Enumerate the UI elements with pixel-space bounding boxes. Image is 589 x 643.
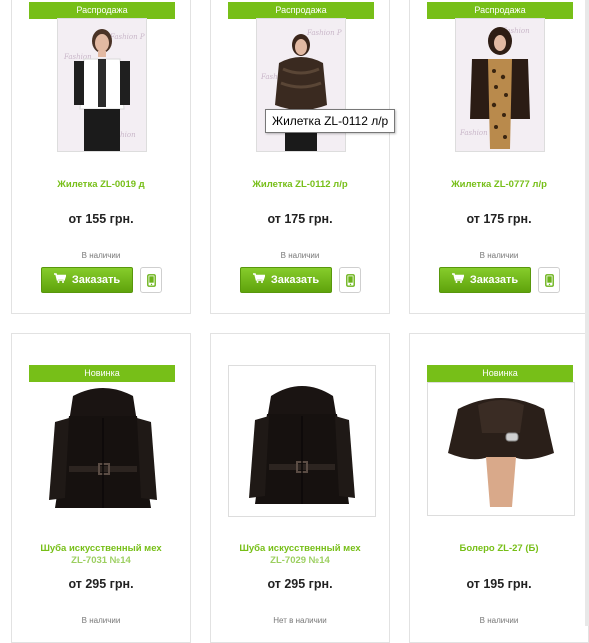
stock-status: В наличии <box>81 251 121 260</box>
order-button-label: Заказать <box>469 274 519 286</box>
product-name-link[interactable]: Жилетка ZL-0112 л/р <box>211 179 389 191</box>
product-name-link[interactable]: Жилетка ZL-0777 л/р <box>410 179 588 191</box>
product-photo[interactable]: Fashion P Fashion Fashion <box>57 18 147 152</box>
mobile-phone-icon <box>545 274 554 287</box>
product-photo[interactable] <box>228 365 376 517</box>
cart-icon <box>252 268 266 292</box>
sale-badge: Распродажа <box>228 2 374 19</box>
stock-status: В наличии <box>479 251 519 260</box>
mobile-order-button[interactable] <box>538 267 560 293</box>
order-button[interactable]: Заказать <box>240 267 332 293</box>
product-name-line1: Шуба искусственный мех <box>40 543 162 554</box>
sale-badge: Распродажа <box>427 2 573 19</box>
product-price: от 175 грн. <box>466 212 532 226</box>
stock-status: В наличии <box>81 616 121 625</box>
svg-text:Fashion P: Fashion P <box>109 33 145 41</box>
product-price: от 175 грн. <box>267 212 333 226</box>
product-price: от 195 грн. <box>466 577 532 591</box>
product-card: Распродажа Fashion Fashion Жилетка ZL-07… <box>409 0 589 314</box>
product-price: от 155 грн. <box>68 212 134 226</box>
product-name-link[interactable]: Жилетка ZL-0019 д <box>12 179 190 191</box>
product-card: Новинка Шуба искусственный мех ZL-7031 №… <box>11 333 191 643</box>
stock-status: Нет в наличии <box>273 616 327 625</box>
cart-icon <box>53 268 67 292</box>
order-button-label: Заказать <box>71 274 121 286</box>
cart-icon <box>451 268 465 292</box>
stock-status: В наличии <box>479 616 519 625</box>
svg-text:Fashion: Fashion <box>459 129 488 137</box>
order-button[interactable]: Заказать <box>439 267 531 293</box>
product-card: Распродажа Fashion P Fashion Жилетка ZL-… <box>210 0 390 314</box>
new-badge: Новинка <box>427 365 573 382</box>
product-price: от 295 грн. <box>267 577 333 591</box>
product-name-line2: ZL-7029 №14 <box>270 555 330 566</box>
product-name-link[interactable]: Болеро ZL-27 (Б) <box>410 543 588 555</box>
product-name-link[interactable]: Шуба искусственный мех ZL-7031 №14 <box>12 543 190 567</box>
mobile-order-button[interactable] <box>339 267 361 293</box>
product-name-link[interactable]: Шуба искусственный мех ZL-7029 №14 <box>211 543 389 567</box>
mobile-phone-icon <box>346 274 355 287</box>
product-card: Новинка Болеро ZL-27 (Б) от 195 грн. В н… <box>409 333 589 643</box>
product-photo[interactable] <box>427 382 575 516</box>
product-card: Шуба искусственный мех ZL-7029 №14 от 29… <box>210 333 390 643</box>
mobile-phone-icon <box>147 274 156 287</box>
product-name-line2: ZL-7031 №14 <box>71 555 131 566</box>
new-badge: Новинка <box>29 365 175 382</box>
order-button-label: Заказать <box>270 274 320 286</box>
product-photo[interactable] <box>29 382 177 516</box>
product-price: от 295 грн. <box>68 577 134 591</box>
scrollbar-edge <box>585 0 589 626</box>
product-name-line1: Шуба искусственный мех <box>239 543 361 554</box>
product-photo[interactable]: Fashion Fashion <box>455 18 545 152</box>
product-card: Распродажа Fashion P Fashion Fashion Жил… <box>11 0 191 314</box>
order-button[interactable]: Заказать <box>41 267 133 293</box>
sale-badge: Распродажа <box>29 2 175 19</box>
mobile-order-button[interactable] <box>140 267 162 293</box>
product-name-tooltip: Жилетка ZL-0112 л/р <box>265 109 396 133</box>
stock-status: В наличии <box>280 251 320 260</box>
svg-text:Fashion P: Fashion P <box>306 29 342 37</box>
